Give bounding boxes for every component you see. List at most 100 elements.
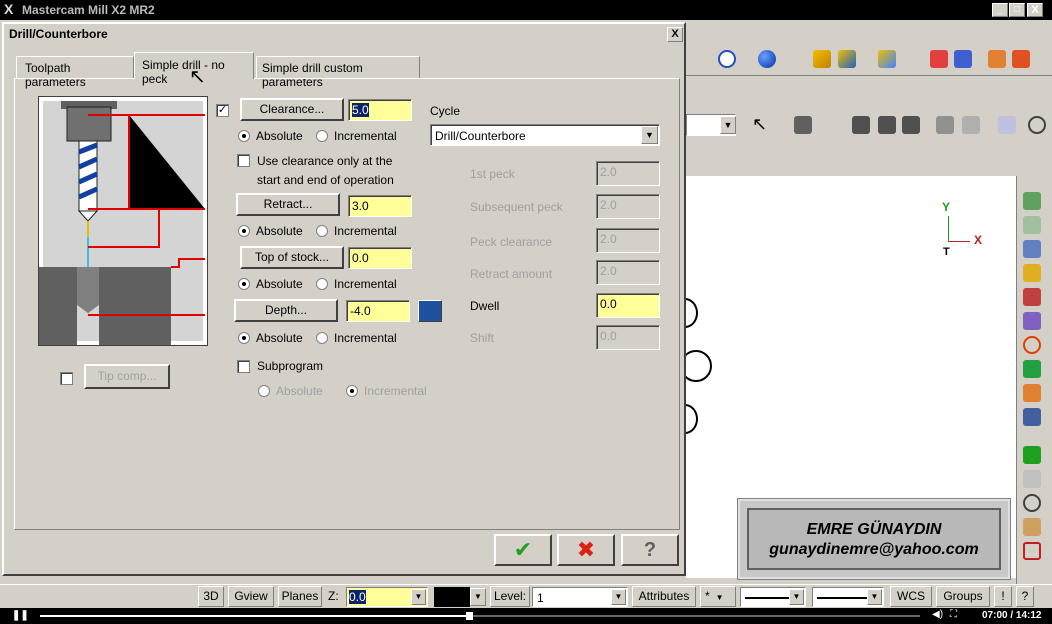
clearance-incremental-radio[interactable]: Incremental: [316, 129, 397, 143]
hex-icon-2[interactable]: [852, 116, 870, 134]
sphere-icon[interactable]: [758, 50, 776, 68]
line-width-dropdown-arrow-icon[interactable]: ▼: [867, 589, 882, 605]
edit-pencil-icon[interactable]: [1023, 264, 1041, 282]
line-icon[interactable]: [1023, 470, 1041, 488]
pencil-blue-icon[interactable]: [878, 50, 896, 68]
box-wire-icon[interactable]: [1023, 216, 1041, 234]
minimize-button[interactable]: _: [992, 3, 1008, 17]
top-of-stock-input[interactable]: 0.0: [348, 247, 412, 269]
subprogram-absolute-radio[interactable]: Absolute: [258, 384, 323, 398]
help-button[interactable]: ?: [621, 534, 679, 566]
ok-button[interactable]: ✔: [494, 534, 552, 566]
depth-incremental-radio[interactable]: Incremental: [316, 331, 397, 345]
top-of-stock-absolute-radio[interactable]: Absolute: [238, 277, 303, 291]
tree-red-icon[interactable]: [1023, 288, 1041, 306]
color-swatch[interactable]: [434, 587, 470, 607]
planes-button[interactable]: Planes: [278, 586, 322, 607]
help-status-button[interactable]: ?: [1016, 586, 1034, 607]
hex-icon-4[interactable]: [902, 116, 920, 134]
line-width-select[interactable]: ▼: [812, 587, 884, 607]
dialog-close-button[interactable]: X: [667, 27, 683, 42]
cycle-select[interactable]: Drill/Counterbore ▼: [430, 124, 660, 146]
wcs-button[interactable]: WCS: [890, 586, 932, 607]
shift-input[interactable]: 0.0: [596, 325, 660, 350]
arc-icon[interactable]: [1023, 518, 1041, 536]
dropdown-arrow-icon[interactable]: ▼: [720, 116, 736, 134]
verify-icon[interactable]: [998, 116, 1016, 134]
close-window-button[interactable]: X: [1027, 3, 1043, 17]
pause-icon[interactable]: ❚❚: [12, 610, 29, 621]
first-peck-input[interactable]: 2.0: [596, 161, 660, 186]
cancel-button[interactable]: ✖: [557, 534, 615, 566]
tip-comp-checkbox[interactable]: [60, 372, 73, 385]
rect-icon[interactable]: [1023, 542, 1041, 560]
box-icon[interactable]: [1023, 192, 1041, 210]
z-dropdown-arrow-icon[interactable]: ▼: [411, 589, 426, 605]
point-style-select[interactable]: * ▼: [700, 586, 736, 607]
globe-icon[interactable]: [718, 50, 736, 68]
groups-button[interactable]: Groups: [936, 586, 990, 607]
shape-icon[interactable]: [1012, 50, 1030, 68]
subprogram-checkbox[interactable]: [237, 360, 250, 373]
palette-icon[interactable]: [1023, 408, 1041, 426]
subsequent-peck-input[interactable]: 2.0: [596, 194, 660, 219]
depth-button[interactable]: Depth...: [234, 299, 338, 322]
top-of-stock-button[interactable]: Top of stock...: [240, 246, 344, 269]
level-label[interactable]: Level:: [490, 586, 530, 607]
clearance-absolute-radio[interactable]: Absolute: [238, 129, 303, 143]
progress-thumb[interactable]: [466, 612, 473, 620]
level-select[interactable]: 1 ▼: [532, 587, 628, 607]
3d-button[interactable]: 3D: [198, 586, 224, 607]
z-input[interactable]: 0.0 ▼: [346, 587, 428, 607]
peck-clearance-label: Peck clearance: [470, 235, 553, 249]
split-icon[interactable]: [988, 50, 1006, 68]
gview-button[interactable]: Gview: [228, 586, 274, 607]
tree-icon[interactable]: [954, 50, 972, 68]
plus-icon[interactable]: [1023, 446, 1041, 464]
level-dropdown-arrow-icon[interactable]: ▼: [611, 589, 626, 605]
fullscreen-icon[interactable]: ⛶: [950, 609, 957, 620]
subprogram-incremental-radio[interactable]: Incremental: [346, 384, 427, 398]
retract-input[interactable]: 3.0: [348, 195, 412, 217]
calculator-icon[interactable]: [418, 300, 442, 322]
depth-input[interactable]: -4.0: [346, 300, 410, 322]
select-cursor-icon[interactable]: ↖: [752, 114, 767, 135]
mask-icon[interactable]: [962, 116, 980, 134]
clearance-checkbox[interactable]: ✓: [216, 104, 229, 117]
bang-button[interactable]: !: [994, 586, 1012, 607]
line-style-dropdown-arrow-icon[interactable]: ▼: [789, 589, 804, 605]
retract-incremental-radio[interactable]: Incremental: [316, 224, 397, 238]
dwell-input[interactable]: 0.0: [596, 293, 660, 318]
tip-comp-button[interactable]: Tip comp...: [84, 364, 170, 389]
analyze-icon[interactable]: [930, 50, 948, 68]
use-clearance-checkbox[interactable]: [237, 154, 250, 167]
hex-icon-3[interactable]: [878, 116, 896, 134]
pencil-multi-icon[interactable]: [838, 50, 856, 68]
clearance-button[interactable]: Clearance...: [240, 98, 344, 121]
hex-icon-1[interactable]: [794, 116, 812, 134]
depth-absolute-radio[interactable]: Absolute: [238, 331, 303, 345]
tab-toolpath-parameters[interactable]: Toolpath parameters: [16, 56, 134, 89]
layers-icon[interactable]: [1023, 360, 1041, 378]
top-of-stock-incremental-radio[interactable]: Incremental: [316, 277, 397, 291]
volume-icon[interactable]: ◀): [932, 609, 943, 620]
dimension-icon[interactable]: [1023, 240, 1041, 258]
clearance-input[interactable]: 5.0: [348, 99, 412, 121]
peck-clearance-input[interactable]: 2.0: [596, 228, 660, 253]
no-icon[interactable]: [1028, 116, 1046, 134]
retract-button[interactable]: Retract...: [236, 193, 340, 216]
tab-simple-drill-custom[interactable]: Simple drill custom parameters: [256, 56, 420, 89]
line-style-select[interactable]: ▼: [740, 587, 806, 607]
grid-icon[interactable]: [1023, 384, 1041, 402]
circle-icon[interactable]: [1023, 494, 1041, 512]
attributes-button[interactable]: Attributes: [632, 586, 696, 607]
maximize-button[interactable]: □: [1009, 3, 1025, 17]
retract-amount-input[interactable]: 2.0: [596, 260, 660, 285]
clock-icon[interactable]: [1023, 336, 1041, 354]
cycle-dropdown-arrow-icon[interactable]: ▼: [641, 126, 658, 144]
retract-absolute-radio[interactable]: Absolute: [238, 224, 303, 238]
pencil-icon[interactable]: [813, 50, 831, 68]
transform-icon[interactable]: [1023, 312, 1041, 330]
cube-icon[interactable]: [936, 116, 954, 134]
color-dropdown-arrow-icon[interactable]: ▼: [470, 588, 486, 606]
